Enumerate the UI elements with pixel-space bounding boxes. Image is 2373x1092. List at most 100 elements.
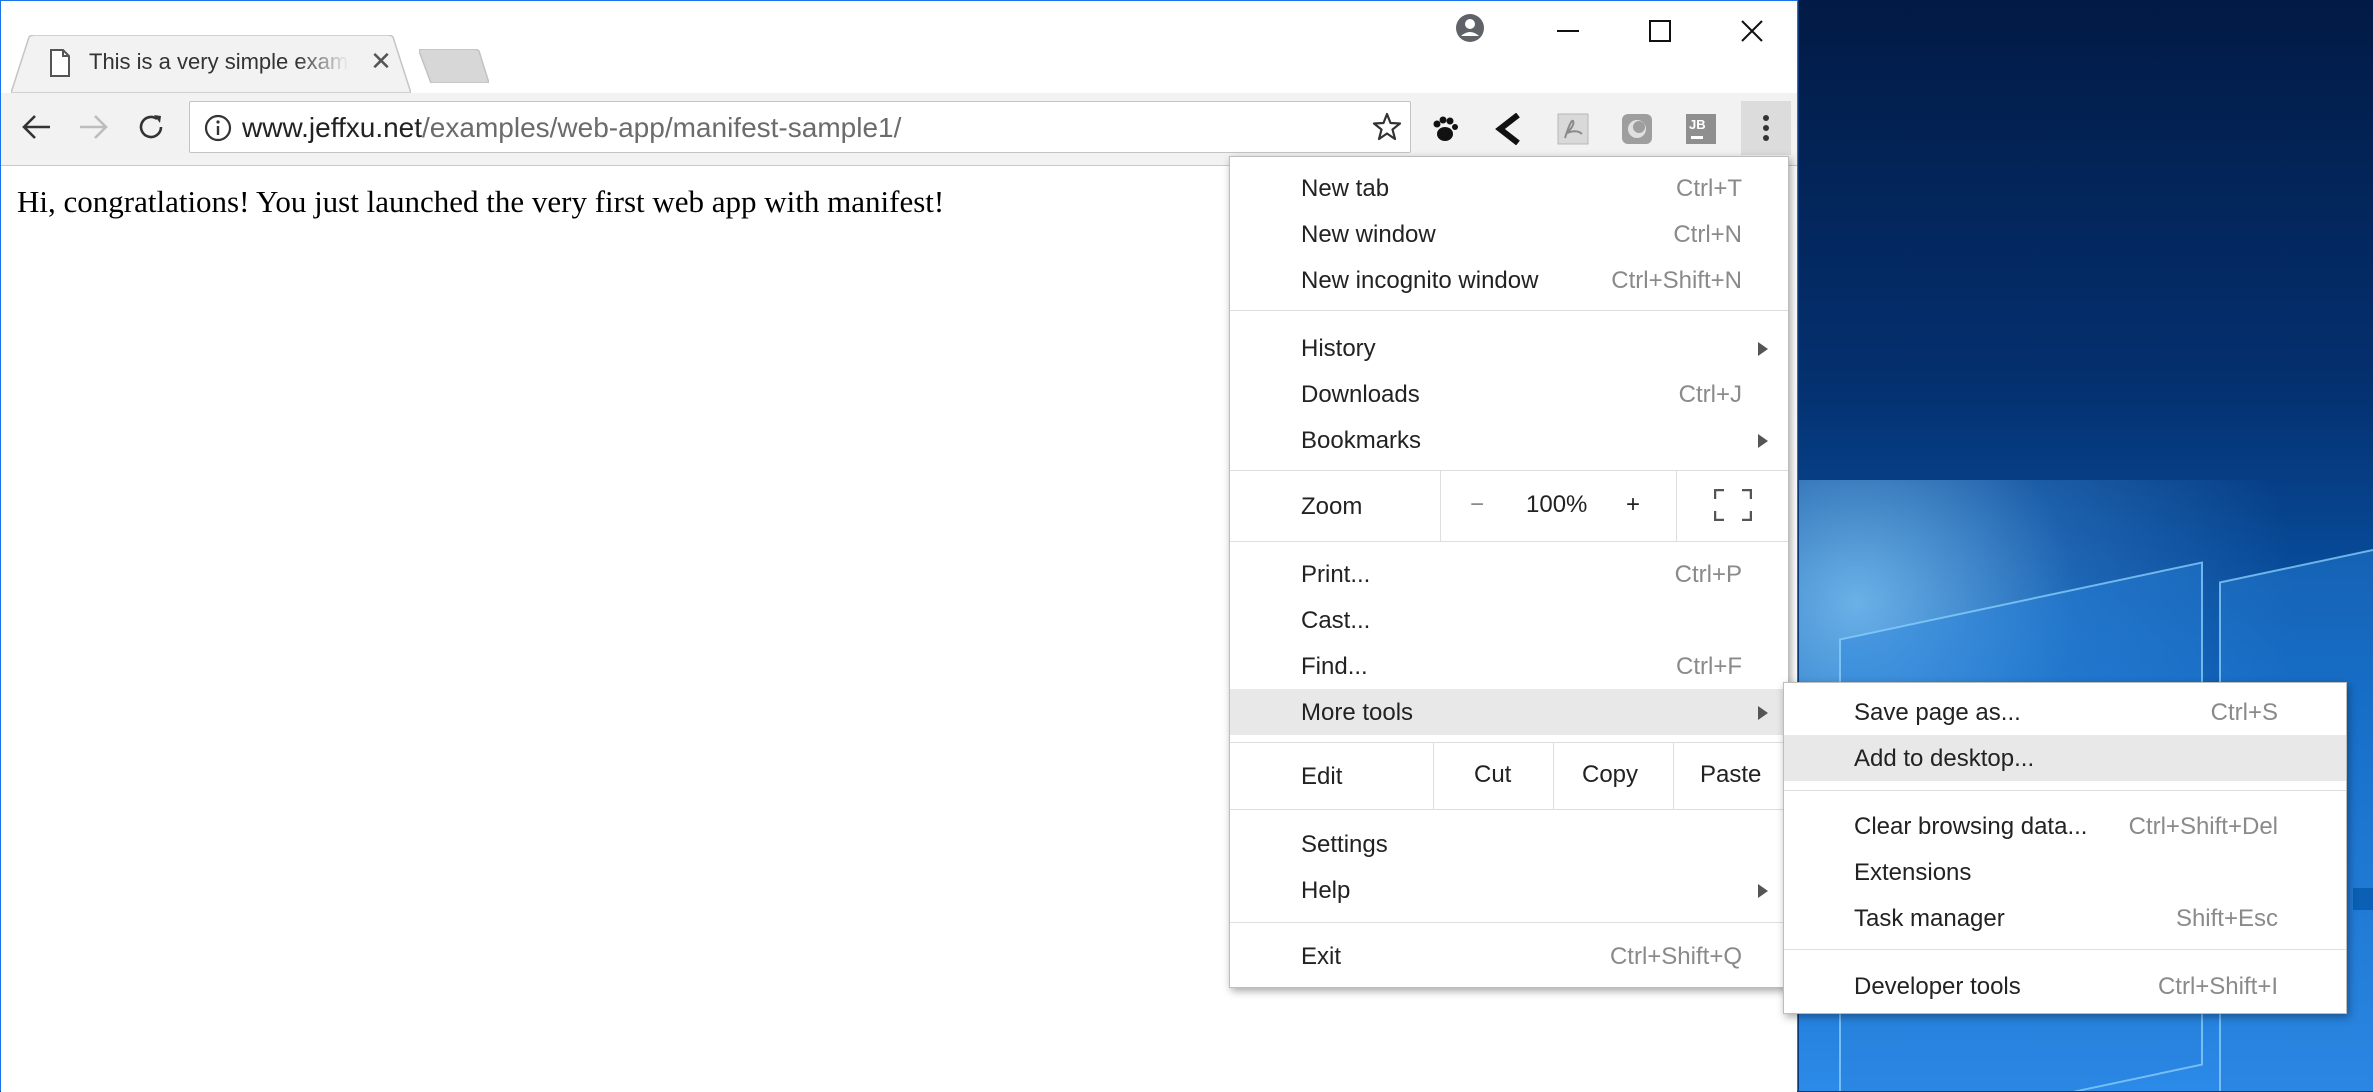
menu-separator bbox=[1230, 809, 1788, 810]
menu-item-shortcut: Shift+Esc bbox=[2175, 905, 2278, 932]
menu-item-clear-browsing-data[interactable]: Clear browsing data... Ctrl+Shift+Del bbox=[1784, 803, 2346, 849]
menu-item-history[interactable]: History bbox=[1230, 325, 1788, 371]
maximize-button[interactable] bbox=[1625, 11, 1695, 51]
menu-item-label: Downloads bbox=[1301, 381, 1420, 408]
menu-item-shortcut: Ctrl+Shift+Del bbox=[2128, 813, 2278, 840]
fullscreen-icon[interactable] bbox=[1714, 489, 1752, 521]
menu-item-task-manager[interactable]: Task manager Shift+Esc bbox=[1784, 895, 2346, 941]
menu-item-label: Clear browsing data... bbox=[1854, 813, 2088, 840]
extension-jetbrains-icon[interactable]: JB bbox=[1681, 109, 1721, 149]
menu-item-label: New tab bbox=[1301, 175, 1390, 202]
forward-button[interactable] bbox=[69, 103, 117, 151]
paste-button[interactable]: Paste bbox=[1700, 761, 1761, 789]
menu-item-shortcut: Ctrl+Shift+I bbox=[2157, 973, 2278, 1000]
submenu-arrow-icon bbox=[1758, 706, 1768, 720]
menu-item-label: Add to desktop... bbox=[1854, 745, 2035, 772]
bookmark-star-icon[interactable] bbox=[1372, 112, 1402, 142]
url-text[interactable]: www.jeffxu.net/examples/web-app/manifest… bbox=[242, 112, 901, 144]
extension-paw-icon[interactable] bbox=[1425, 109, 1465, 149]
extension-jetbrains-label: JB bbox=[1689, 117, 1706, 132]
cut-button[interactable]: Cut bbox=[1474, 761, 1511, 789]
title-bar: This is a very simple example ✕ bbox=[1, 1, 1797, 93]
menu-item-label: Edit bbox=[1301, 763, 1343, 790]
menu-item-label: New window bbox=[1301, 221, 1436, 248]
menu-item-label: Save page as... bbox=[1854, 699, 2021, 726]
address-bar[interactable]: www.jeffxu.net/examples/web-app/manifest… bbox=[189, 101, 1411, 153]
menu-item-shortcut: Ctrl+J bbox=[1678, 381, 1742, 408]
menu-item-settings[interactable]: Settings bbox=[1230, 821, 1788, 867]
menu-item-exit[interactable]: Exit Ctrl+Shift+Q bbox=[1230, 933, 1788, 979]
minimize-button[interactable] bbox=[1533, 11, 1603, 51]
forward-arrow-icon bbox=[80, 115, 108, 139]
menu-item-label: Task manager bbox=[1854, 905, 2005, 932]
menu-item-label: Zoom bbox=[1301, 493, 1363, 520]
zoom-divider bbox=[1440, 471, 1441, 541]
new-tab-button[interactable] bbox=[419, 49, 489, 83]
minimize-icon bbox=[1557, 30, 1579, 32]
menu-item-print[interactable]: Print... Ctrl+P bbox=[1230, 551, 1788, 597]
menu-item-find[interactable]: Find... Ctrl+F bbox=[1230, 643, 1788, 689]
copy-button[interactable]: Copy bbox=[1582, 761, 1638, 789]
vertical-dots-icon bbox=[1763, 115, 1769, 141]
menu-item-shortcut: Ctrl+Shift+N bbox=[1611, 267, 1742, 294]
menu-item-label: Find... bbox=[1301, 653, 1368, 680]
zoom-in-button[interactable]: + bbox=[1626, 491, 1640, 519]
extension-pdf-icon[interactable] bbox=[1553, 109, 1593, 149]
menu-item-new-window[interactable]: New window Ctrl+N bbox=[1230, 211, 1788, 257]
menu-item-label: Cast... bbox=[1301, 607, 1371, 634]
extension-chevron-icon[interactable] bbox=[1489, 109, 1529, 149]
menu-item-label: Extensions bbox=[1854, 859, 1972, 886]
menu-item-label: Exit bbox=[1301, 943, 1342, 970]
back-button[interactable] bbox=[13, 103, 61, 151]
menu-separator bbox=[1784, 949, 2346, 950]
menu-item-save-page[interactable]: Save page as... Ctrl+S bbox=[1784, 689, 2346, 735]
reload-button[interactable] bbox=[127, 103, 175, 151]
close-window-button[interactable] bbox=[1717, 11, 1787, 51]
zoom-out-button[interactable]: − bbox=[1470, 491, 1484, 519]
menu-item-shortcut: Ctrl+T bbox=[1676, 175, 1742, 202]
menu-item-more-tools[interactable]: More tools bbox=[1230, 689, 1788, 735]
menu-item-help[interactable]: Help bbox=[1230, 867, 1788, 913]
url-host: www.jeffxu.net bbox=[242, 112, 423, 143]
menu-item-shortcut: Ctrl+Shift+Q bbox=[1609, 943, 1742, 970]
menu-item-label: Help bbox=[1301, 877, 1351, 904]
menu-item-new-tab[interactable]: New tab Ctrl+T bbox=[1230, 165, 1788, 211]
menu-item-cast[interactable]: Cast... bbox=[1230, 597, 1788, 643]
menu-item-shortcut: Ctrl+S bbox=[2210, 699, 2278, 726]
menu-item-label: More tools bbox=[1301, 699, 1414, 726]
maximize-icon bbox=[1649, 20, 1671, 42]
tab-close-icon[interactable]: ✕ bbox=[367, 47, 395, 75]
menu-item-shortcut: Ctrl+N bbox=[1673, 221, 1742, 248]
chrome-menu-button[interactable] bbox=[1741, 101, 1791, 155]
menu-item-zoom: Zoom − 100% + bbox=[1230, 471, 1788, 541]
edit-divider bbox=[1673, 743, 1674, 809]
menu-item-label: Bookmarks bbox=[1301, 427, 1422, 454]
menu-separator bbox=[1784, 790, 2346, 791]
menu-item-label: Print... bbox=[1301, 561, 1371, 588]
submenu-arrow-icon bbox=[1758, 434, 1768, 448]
page-body-text: Hi, congratlations! You just launched th… bbox=[17, 184, 945, 219]
submenu-arrow-icon bbox=[1758, 884, 1768, 898]
menu-item-label: New incognito window bbox=[1301, 267, 1539, 294]
extension-shield-icon[interactable] bbox=[1617, 109, 1657, 149]
close-icon bbox=[1741, 20, 1763, 42]
more-tools-submenu: Save page as... Ctrl+S Add to desktop...… bbox=[1783, 682, 2347, 1014]
menu-item-new-incognito[interactable]: New incognito window Ctrl+Shift+N bbox=[1230, 257, 1788, 303]
tab-title: This is a very simple example bbox=[89, 49, 349, 74]
menu-item-add-to-desktop[interactable]: Add to desktop... bbox=[1784, 735, 2346, 781]
menu-separator bbox=[1230, 922, 1788, 923]
site-info-icon[interactable] bbox=[204, 114, 232, 142]
desktop-item-edge[interactable] bbox=[2353, 888, 2373, 910]
menu-item-downloads[interactable]: Downloads Ctrl+J bbox=[1230, 371, 1788, 417]
submenu-arrow-icon bbox=[1758, 342, 1768, 356]
url-path: /examples/web-app/manifest-sample1/ bbox=[422, 112, 902, 143]
menu-item-label: History bbox=[1301, 335, 1376, 362]
profile-avatar-icon[interactable] bbox=[1455, 13, 1485, 43]
menu-item-developer-tools[interactable]: Developer tools Ctrl+Shift+I bbox=[1784, 963, 2346, 1009]
menu-separator bbox=[1230, 541, 1788, 542]
reload-icon bbox=[139, 115, 163, 139]
menu-item-extensions[interactable]: Extensions bbox=[1784, 849, 2346, 895]
menu-item-label: Settings bbox=[1301, 831, 1388, 858]
menu-item-bookmarks[interactable]: Bookmarks bbox=[1230, 417, 1788, 463]
edit-divider bbox=[1433, 743, 1434, 809]
